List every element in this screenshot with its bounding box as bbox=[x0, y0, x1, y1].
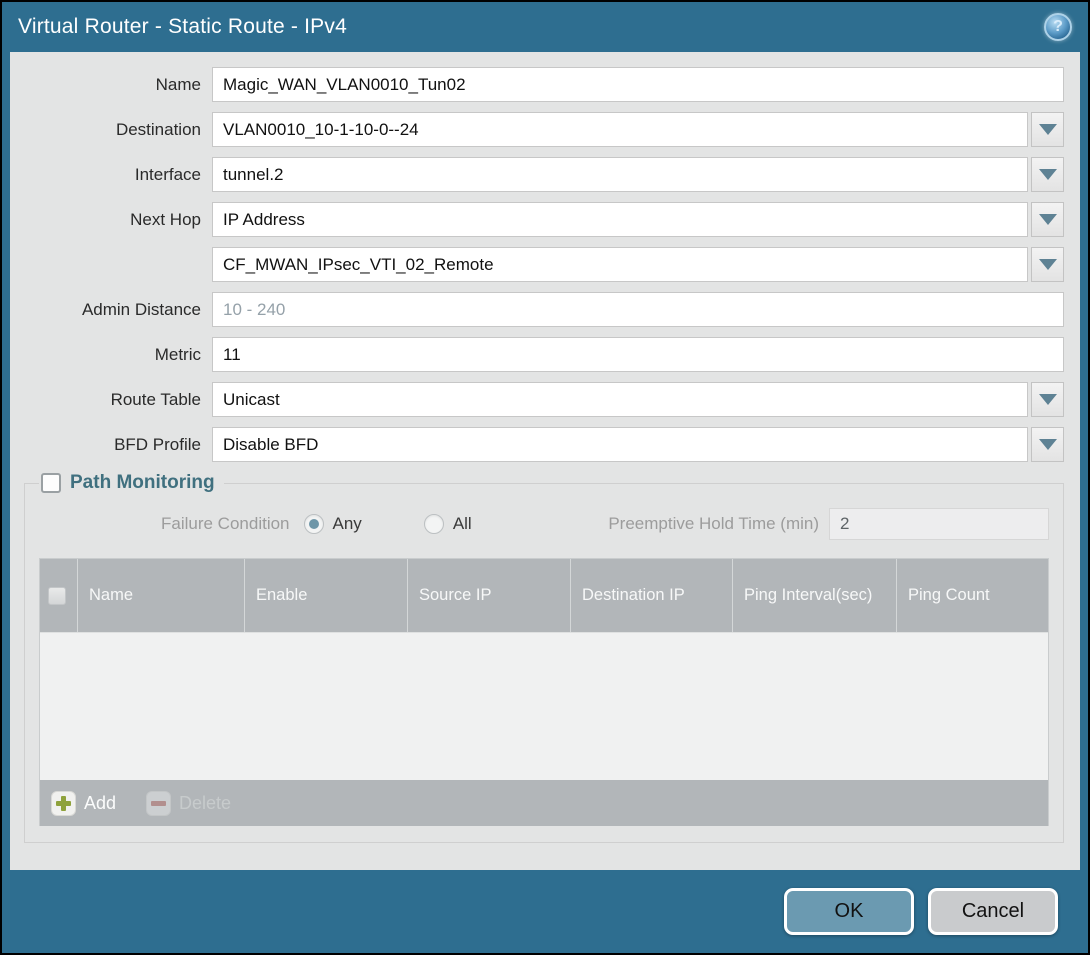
interface-input[interactable] bbox=[212, 157, 1028, 192]
bfd-profile-input[interactable] bbox=[212, 427, 1028, 462]
form-row-interface: Interface bbox=[24, 157, 1064, 192]
form-row-route-table: Route Table bbox=[24, 382, 1064, 417]
preemptive-hold-time-input[interactable] bbox=[829, 508, 1049, 540]
column-header-source-ip[interactable]: Source IP bbox=[407, 559, 570, 632]
static-route-dialog: Virtual Router - Static Route - IPv4 ? N… bbox=[0, 0, 1090, 955]
select-all-checkbox[interactable] bbox=[48, 587, 66, 605]
next-hop-address-input[interactable] bbox=[212, 247, 1028, 282]
chevron-down-icon bbox=[1039, 259, 1057, 270]
column-header-ping-interval[interactable]: Ping Interval(sec) bbox=[732, 559, 896, 632]
failure-condition-any-radio[interactable] bbox=[304, 514, 324, 534]
path-monitoring-table: Name Enable Source IP Destination IP Pin… bbox=[39, 558, 1049, 826]
metric-input[interactable] bbox=[212, 337, 1064, 372]
path-monitoring-title: Path Monitoring bbox=[70, 472, 215, 494]
dialog-title: Virtual Router - Static Route - IPv4 bbox=[18, 15, 1044, 39]
dialog-footer: OK Cancel bbox=[2, 870, 1088, 953]
column-header-name[interactable]: Name bbox=[77, 559, 244, 632]
column-header-enable[interactable]: Enable bbox=[244, 559, 407, 632]
destination-dropdown-button[interactable] bbox=[1031, 112, 1064, 147]
route-table-input[interactable] bbox=[212, 382, 1028, 417]
name-input[interactable] bbox=[212, 67, 1064, 102]
failure-condition-any-label: Any bbox=[333, 514, 362, 534]
admin-distance-label: Admin Distance bbox=[24, 292, 212, 327]
help-icon[interactable]: ? bbox=[1044, 13, 1072, 41]
dialog-content: Name Destination Interface bbox=[10, 52, 1080, 870]
route-table-dropdown-button[interactable] bbox=[1031, 382, 1064, 417]
failure-condition-all-label: All bbox=[453, 514, 472, 534]
table-header-row: Name Enable Source IP Destination IP Pin… bbox=[40, 559, 1048, 632]
next-hop-label: Next Hop bbox=[24, 202, 212, 237]
form-row-bfd-profile: BFD Profile bbox=[24, 427, 1064, 462]
minus-icon bbox=[146, 791, 171, 816]
failure-condition-label: Failure Condition bbox=[161, 514, 290, 534]
interface-label: Interface bbox=[24, 157, 212, 192]
route-table-label: Route Table bbox=[24, 382, 212, 417]
form-row-destination: Destination bbox=[24, 112, 1064, 147]
form-row-next-hop: Next Hop bbox=[24, 202, 1064, 237]
failure-condition-all-radio[interactable] bbox=[424, 514, 444, 534]
form-row-next-hop-address bbox=[24, 247, 1064, 282]
plus-icon bbox=[51, 791, 76, 816]
destination-input[interactable] bbox=[212, 112, 1028, 147]
add-button[interactable]: Add bbox=[51, 791, 116, 816]
table-body-empty bbox=[40, 632, 1048, 780]
column-header-ping-count[interactable]: Ping Count bbox=[896, 559, 1048, 632]
chevron-down-icon bbox=[1039, 439, 1057, 450]
table-action-bar: Add Delete bbox=[40, 780, 1048, 826]
dialog-titlebar: Virtual Router - Static Route - IPv4 ? bbox=[2, 2, 1088, 52]
next-hop-type-dropdown-button[interactable] bbox=[1031, 202, 1064, 237]
next-hop-address-dropdown-button[interactable] bbox=[1031, 247, 1064, 282]
destination-label: Destination bbox=[24, 112, 212, 147]
admin-distance-input[interactable] bbox=[212, 292, 1064, 327]
column-header-destination-ip[interactable]: Destination IP bbox=[570, 559, 732, 632]
path-monitoring-checkbox[interactable] bbox=[41, 473, 61, 493]
next-hop-type-input[interactable] bbox=[212, 202, 1028, 237]
name-label: Name bbox=[24, 67, 212, 102]
preemptive-hold-time-label: Preemptive Hold Time (min) bbox=[608, 514, 819, 534]
metric-label: Metric bbox=[24, 337, 212, 372]
path-monitoring-legend: Path Monitoring bbox=[39, 472, 224, 494]
ok-button[interactable]: OK bbox=[784, 888, 914, 935]
bfd-profile-label: BFD Profile bbox=[24, 427, 212, 462]
path-monitoring-section: Path Monitoring Failure Condition Any Al… bbox=[24, 472, 1064, 843]
form-row-admin-distance: Admin Distance bbox=[24, 292, 1064, 327]
chevron-down-icon bbox=[1039, 169, 1057, 180]
bfd-profile-dropdown-button[interactable] bbox=[1031, 427, 1064, 462]
form-row-metric: Metric bbox=[24, 337, 1064, 372]
delete-button[interactable]: Delete bbox=[146, 791, 231, 816]
interface-dropdown-button[interactable] bbox=[1031, 157, 1064, 192]
chevron-down-icon bbox=[1039, 124, 1057, 135]
chevron-down-icon bbox=[1039, 214, 1057, 225]
form-row-name: Name bbox=[24, 67, 1064, 102]
cancel-button[interactable]: Cancel bbox=[928, 888, 1058, 935]
failure-condition-row: Failure Condition Any All Preemptive Hol… bbox=[39, 506, 1049, 542]
chevron-down-icon bbox=[1039, 394, 1057, 405]
